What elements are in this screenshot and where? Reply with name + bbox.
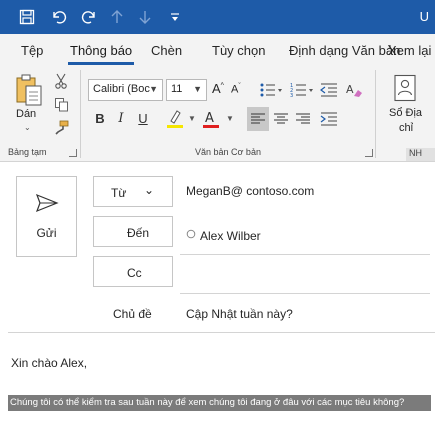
tab-insert[interactable]: Chèn xyxy=(151,43,182,58)
paste-icon[interactable] xyxy=(12,72,46,108)
group-separator xyxy=(80,70,81,158)
subject-field[interactable]: Cập Nhật tuần này? xyxy=(186,307,293,321)
from-value: MeganB@ contoso.com xyxy=(186,184,315,198)
message-greeting[interactable]: Xin chào Alex, xyxy=(11,356,87,370)
selected-text[interactable]: Chúng tôi có thể kiểm tra sau tuần này đ… xyxy=(8,395,431,411)
chevron-down-icon[interactable]: ▼ xyxy=(188,114,196,123)
paste-dropdown-icon[interactable]: ⌄ xyxy=(24,123,31,132)
grow-font-icon[interactable]: A^ xyxy=(212,81,224,96)
clipboard-launcher-icon[interactable] xyxy=(69,149,77,157)
undo-icon[interactable] xyxy=(46,0,72,34)
bold-button[interactable]: B xyxy=(89,108,111,130)
chevron-down-icon[interactable]: ▼ xyxy=(226,114,234,123)
presence-icon xyxy=(186,229,196,239)
names-group-label: NH xyxy=(406,148,435,161)
customize-toolbar-icon[interactable] xyxy=(162,0,188,34)
highlight-color-icon[interactable] xyxy=(163,108,187,130)
cc-field-underline xyxy=(180,293,430,294)
cc-button[interactable]: Cc xyxy=(93,256,173,287)
tab-file[interactable]: Tệp xyxy=(21,43,43,58)
underline-button[interactable]: U xyxy=(132,108,154,130)
chevron-down-icon: ▼ xyxy=(149,84,158,94)
chevron-down-icon: ⌄ xyxy=(144,183,155,197)
title-bar: U xyxy=(0,0,435,34)
shrink-font-icon[interactable]: Aˇ xyxy=(231,83,241,96)
address-book-label-line2: chỉ xyxy=(399,122,414,134)
to-button[interactable]: Đến xyxy=(93,216,173,247)
tab-message[interactable]: Thông báo xyxy=(67,43,135,65)
address-book-icon[interactable] xyxy=(391,72,419,104)
align-left-button[interactable] xyxy=(247,107,269,131)
font-size-value: 11 xyxy=(171,83,183,95)
to-field-underline xyxy=(180,254,430,255)
tab-format-text[interactable]: Định dạng Văn bản xyxy=(289,43,400,58)
decrease-indent-icon[interactable] xyxy=(318,80,340,100)
from-label: Từ xyxy=(111,186,127,200)
copy-icon[interactable] xyxy=(52,95,70,113)
cut-icon[interactable] xyxy=(52,72,70,90)
font-size-combo[interactable]: 11 ▼ xyxy=(166,79,207,101)
window-title: U xyxy=(419,9,429,24)
basic-text-group-label: Văn bản Cơ bản xyxy=(195,147,261,157)
ribbon: Dán ⌄ Bảng tạm Calibri (Boc ▼ 11 ▼ A^ Aˇ… xyxy=(0,66,435,162)
cc-label: Cc xyxy=(127,266,142,280)
send-label: Gửi xyxy=(36,226,57,240)
paste-label[interactable]: Dán xyxy=(16,108,36,120)
subject-underline xyxy=(8,332,435,333)
tab-options[interactable]: Tùy chọn xyxy=(212,43,265,58)
format-painter-icon[interactable] xyxy=(52,118,70,136)
font-name-combo[interactable]: Calibri (Boc ▼ xyxy=(88,79,163,101)
bullets-icon[interactable] xyxy=(258,80,284,100)
subject-label: Chủ đề xyxy=(113,307,152,321)
send-icon xyxy=(34,191,60,215)
svg-text:A: A xyxy=(205,111,214,126)
numbering-icon[interactable]: 123 xyxy=(289,80,315,100)
address-book-label[interactable]: Sổ Địa xyxy=(389,107,422,119)
redo-icon[interactable] xyxy=(76,0,102,34)
down-arrow-icon[interactable] xyxy=(132,0,158,34)
ribbon-tabs: Tệp Thông báo Chèn Tùy chọn Định dạng Vă… xyxy=(0,34,435,66)
align-right-button[interactable] xyxy=(292,108,314,130)
send-button[interactable]: Gửi xyxy=(16,176,77,257)
group-separator xyxy=(375,70,376,158)
font-name-value: Calibri (Boc xyxy=(93,83,150,95)
svg-text:A: A xyxy=(346,83,354,96)
chevron-down-icon: ▼ xyxy=(193,84,202,94)
up-arrow-icon[interactable] xyxy=(104,0,130,34)
italic-button[interactable]: I xyxy=(110,108,132,130)
tab-review[interactable]: Xem lại xyxy=(388,43,431,58)
increase-indent-icon[interactable] xyxy=(318,108,340,130)
basic-text-launcher-icon[interactable] xyxy=(365,149,373,157)
to-label: Đến xyxy=(127,226,150,240)
save-icon[interactable] xyxy=(14,0,40,34)
from-button[interactable]: Từ ⌄ xyxy=(93,176,173,207)
to-recipient[interactable]: Alex Wilber xyxy=(200,229,261,243)
font-color-icon[interactable]: A xyxy=(199,108,223,130)
svg-text:3: 3 xyxy=(290,93,293,98)
clipboard-group-label: Bảng tạm xyxy=(8,147,47,157)
clear-formatting-icon[interactable]: A xyxy=(343,80,365,100)
align-center-button[interactable] xyxy=(270,108,292,130)
